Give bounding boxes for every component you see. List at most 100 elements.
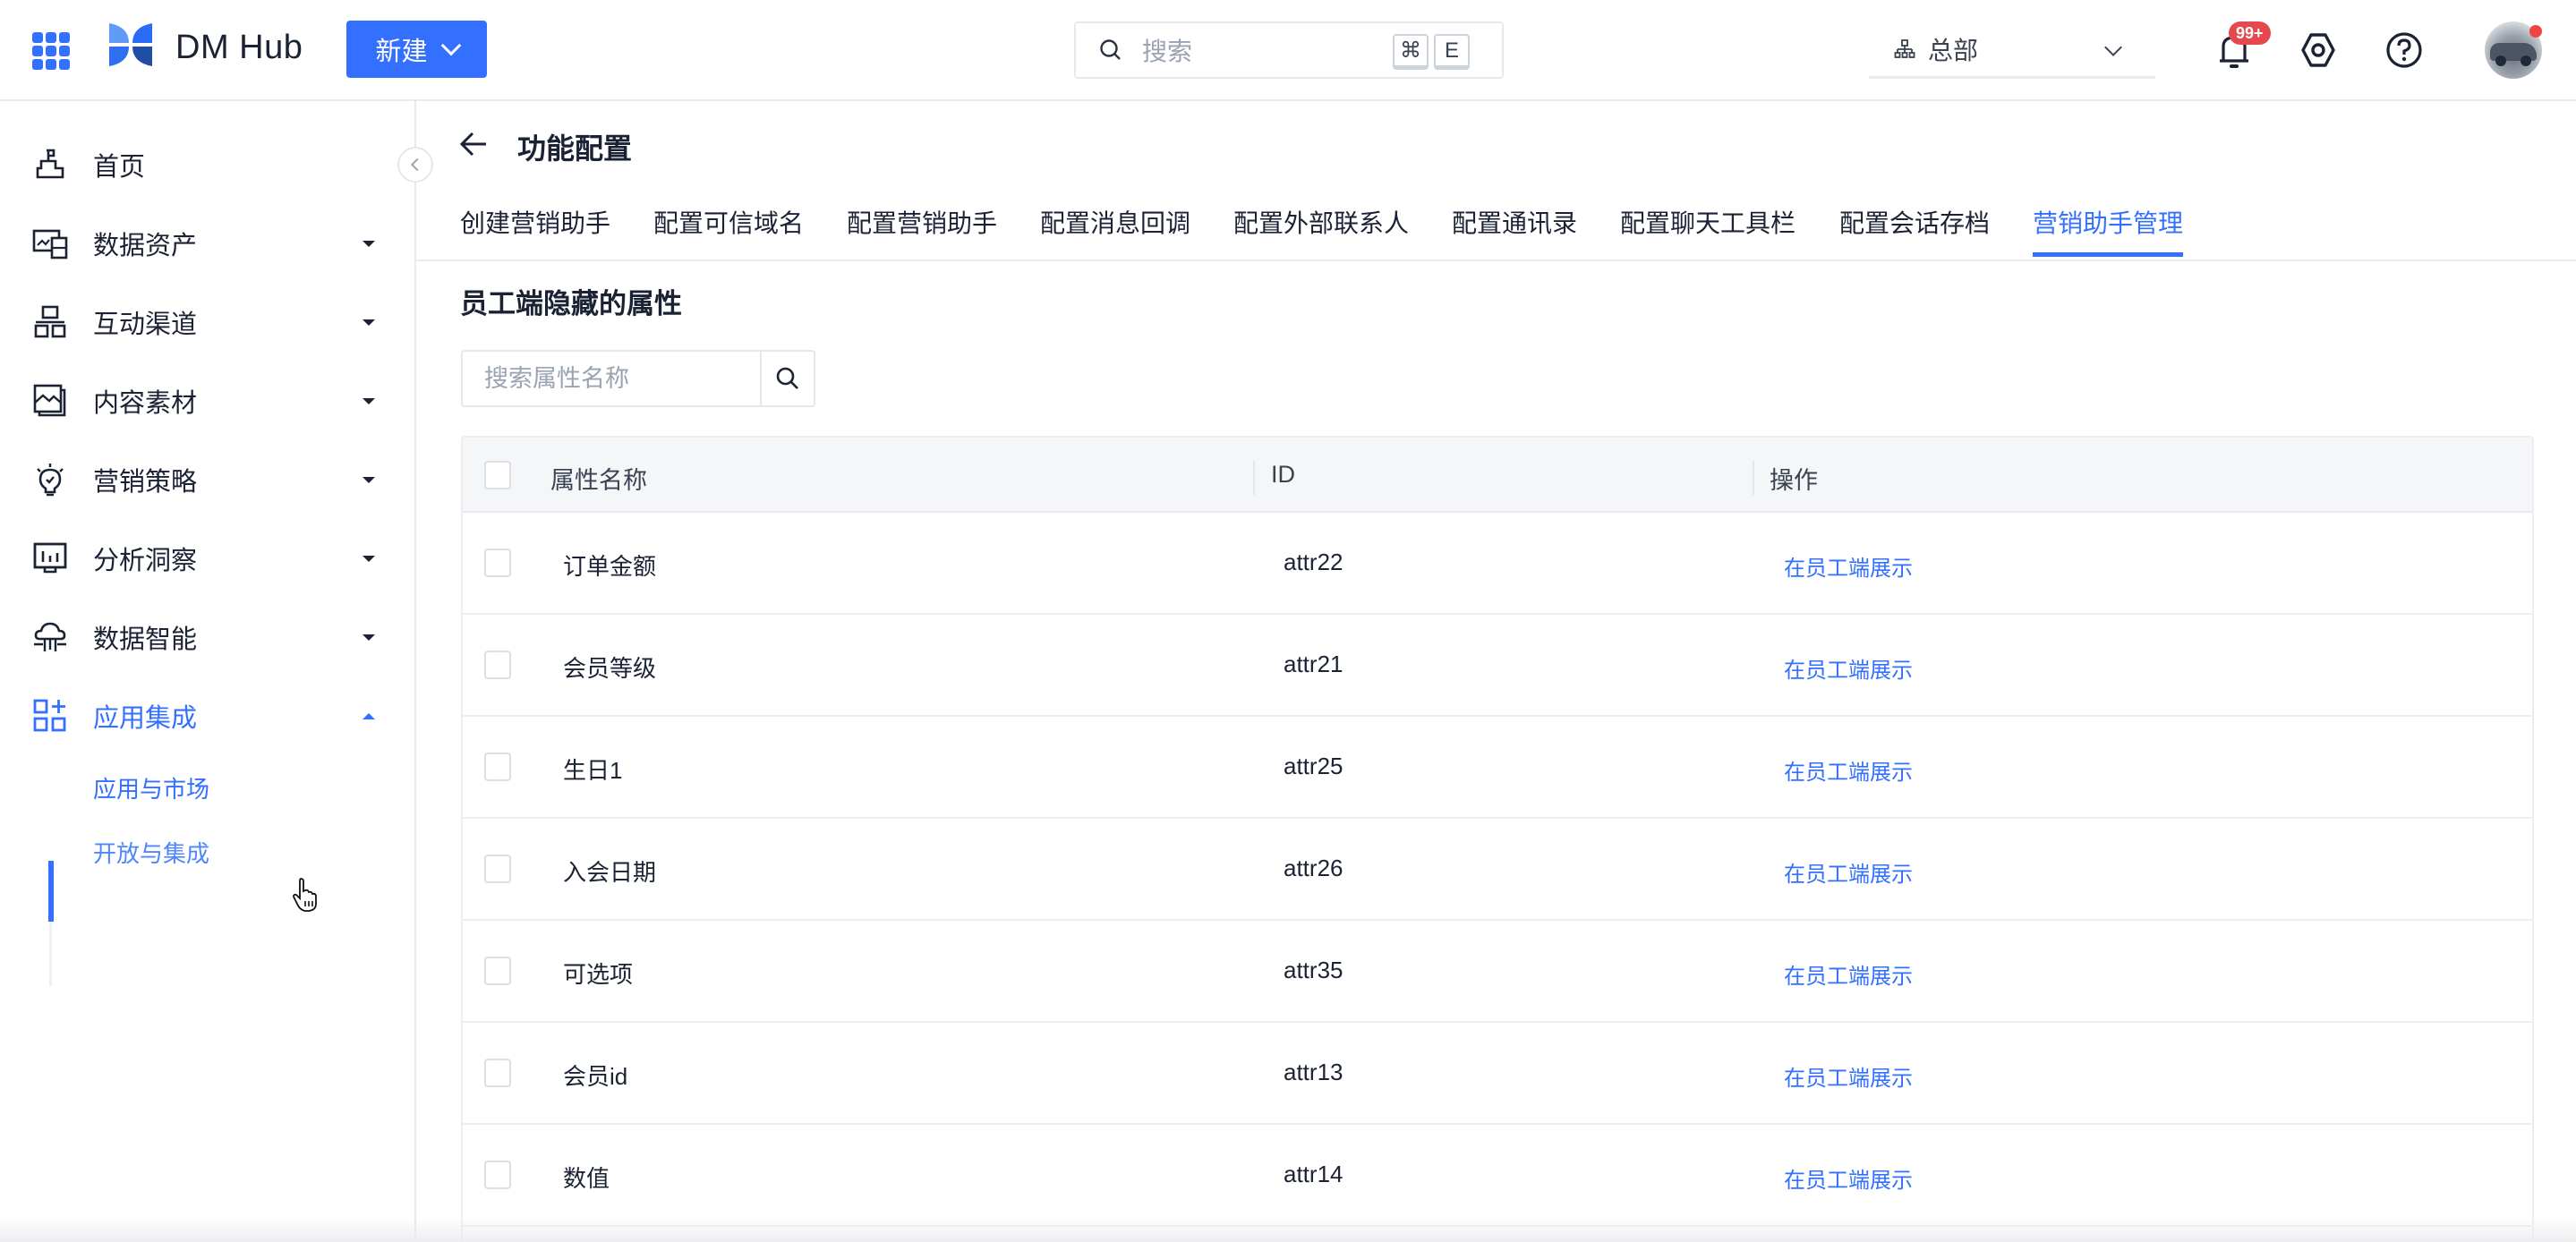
- sidebar-item-label: 内容素材: [93, 389, 198, 418]
- show-on-employee-link[interactable]: 在员工端展示: [1784, 856, 1913, 888]
- table-row: 数值 attr14 在员工端展示: [463, 1125, 2532, 1227]
- show-on-employee-link[interactable]: 在员工端展示: [1784, 652, 1913, 684]
- sidebar-item-data-assets[interactable]: 数据资产: [0, 211, 416, 276]
- row-checkbox[interactable]: [484, 549, 511, 577]
- table-header: 属性名称 ID 操作: [463, 438, 2532, 513]
- avatar-status-dot: [2529, 25, 2542, 38]
- sidebar-subitem-open-integration[interactable]: 开放与集成: [93, 836, 209, 869]
- row-checkbox[interactable]: [484, 855, 511, 883]
- brand-name: DM Hub: [175, 29, 303, 66]
- notification-badge: 99+: [2229, 21, 2271, 45]
- table-row: 会员等级 attr21 在员工端展示: [463, 615, 2532, 717]
- show-on-employee-link[interactable]: 在员工端展示: [1784, 1162, 1913, 1194]
- hidden-attributes-table: 属性名称 ID 操作 订单金额 attr22 在员工端展示会员等级 attr21 在员工…: [461, 436, 2534, 1242]
- attribute-id: attr25: [1284, 753, 1343, 779]
- show-on-employee-link[interactable]: 在员工端展示: [1784, 958, 1913, 990]
- row-checkbox[interactable]: [484, 651, 511, 679]
- dm-hub-logo-icon: [109, 23, 152, 66]
- attribute-search: [461, 350, 815, 407]
- tab-assistant-management[interactable]: 营销助手管理: [2033, 204, 2183, 240]
- row-checkbox[interactable]: [484, 957, 511, 985]
- sidebar-item-home[interactable]: 首页: [0, 132, 416, 197]
- attribute-name: 订单金额: [563, 553, 657, 580]
- attribute-id: attr13: [1284, 1059, 1343, 1085]
- tab-session-archive[interactable]: 配置会话存档: [1839, 204, 1990, 240]
- app-grid-icon[interactable]: [32, 32, 70, 70]
- sidebar-item-apps-integration[interactable]: 应用集成: [0, 684, 416, 748]
- attribute-name: 会员等级: [563, 655, 657, 682]
- sidebar-item-analytics[interactable]: 分析洞察: [0, 526, 416, 591]
- analytics-monitor-icon: [33, 542, 67, 574]
- column-divider: [1753, 461, 1754, 495]
- tab-chat-toolbar[interactable]: 配置聊天工具栏: [1620, 204, 1796, 240]
- select-all-checkbox[interactable]: [484, 461, 511, 489]
- org-tree-icon: [1894, 38, 1915, 58]
- caret-down-icon: [363, 397, 375, 404]
- help-icon[interactable]: [2384, 30, 2424, 70]
- tab-message-callback[interactable]: 配置消息回调: [1040, 204, 1190, 240]
- apps-add-icon: [33, 699, 66, 732]
- page-title: 功能配置: [517, 132, 633, 165]
- chevron-left-icon: [410, 157, 424, 172]
- shortcut-key-e: E: [1434, 34, 1470, 70]
- section-title: 员工端隐藏的属性: [460, 288, 682, 319]
- chevron-down-icon: [2104, 38, 2122, 56]
- org-selector[interactable]: 总部: [1869, 21, 2155, 79]
- sidebar-item-content[interactable]: 内容素材: [0, 369, 416, 433]
- sidebar-collapse-button[interactable]: [397, 147, 433, 183]
- org-selector-value: 总部: [1928, 36, 1979, 64]
- attribute-search-button[interactable]: [760, 352, 814, 405]
- cloud-data-icon: [34, 622, 66, 651]
- tab-bar: 创建营销助手 配置可信域名 配置营销助手 配置消息回调 配置外部联系人 配置通讯…: [416, 197, 2576, 261]
- search-icon: [776, 367, 798, 389]
- settings-hex-icon[interactable]: [2299, 30, 2338, 70]
- table-row: 订单金额 attr22 在员工端展示: [463, 513, 2532, 615]
- row-checkbox[interactable]: [484, 753, 511, 781]
- table-row: 会员id attr13 在员工端展示: [463, 1023, 2532, 1125]
- attribute-id: attr26: [1284, 855, 1343, 881]
- show-on-employee-link[interactable]: 在员工端展示: [1784, 550, 1913, 582]
- new-button[interactable]: 新建: [346, 21, 487, 78]
- tab-external-contacts[interactable]: 配置外部联系人: [1233, 204, 1409, 240]
- attribute-id: attr21: [1284, 651, 1343, 677]
- caret-down-icon: [363, 319, 375, 326]
- channels-icon: [34, 305, 66, 338]
- column-divider: [1253, 461, 1255, 495]
- attribute-name: 可选项: [563, 961, 634, 988]
- global-search[interactable]: 搜索 ⌘ E: [1074, 21, 1504, 79]
- top-header: DM Hub 新建 搜索 ⌘ E 总部 99+: [0, 0, 2576, 101]
- attribute-name: 数值: [563, 1165, 610, 1192]
- show-on-employee-link[interactable]: 在员工端展示: [1784, 1060, 1913, 1092]
- hand-cursor-icon: [293, 878, 317, 912]
- tab-address-book[interactable]: 配置通讯录: [1452, 204, 1577, 240]
- sidebar: 首页 数据资产 互动渠道 内容素材 营销策略 分析洞察 数据智能 应用集成 应用…: [0, 101, 416, 1242]
- attribute-name: 生日1: [563, 757, 623, 784]
- sidebar-item-strategy[interactable]: 营销策略: [0, 447, 416, 512]
- data-assets-icon: [32, 229, 68, 259]
- caret-down-icon: [363, 634, 375, 641]
- row-checkbox[interactable]: [484, 1161, 511, 1189]
- caret-down-icon: [363, 240, 375, 247]
- tab-config-assistant[interactable]: 配置营销助手: [847, 204, 997, 240]
- tab-trusted-domain[interactable]: 配置可信域名: [653, 204, 804, 240]
- attribute-search-input[interactable]: [463, 352, 760, 405]
- home-icon: [36, 149, 64, 179]
- back-arrow-icon[interactable]: [458, 131, 489, 157]
- sidebar-item-label: 应用集成: [93, 704, 198, 733]
- caret-down-icon: [363, 555, 375, 562]
- sidebar-item-label: 互动渠道: [93, 310, 198, 339]
- table-row: 可选项 attr35 在员工端展示: [463, 921, 2532, 1023]
- sidebar-item-data-intelligence[interactable]: 数据智能: [0, 605, 416, 669]
- show-on-employee-link[interactable]: 在员工端展示: [1784, 754, 1913, 786]
- sidebar-subitem-apps-market[interactable]: 应用与市场: [93, 771, 209, 804]
- new-button-label: 新建: [375, 38, 428, 66]
- tab-create-assistant[interactable]: 创建营销助手: [460, 204, 610, 240]
- submenu-active-indicator: [48, 861, 54, 922]
- row-checkbox[interactable]: [484, 1059, 511, 1087]
- sidebar-item-label: 数据资产: [93, 232, 198, 260]
- sidebar-item-channels[interactable]: 互动渠道: [0, 290, 416, 354]
- shortcut-key-cmd: ⌘: [1393, 34, 1429, 70]
- sidebar-item-label: 数据智能: [93, 625, 198, 654]
- sidebar-item-label: 首页: [93, 153, 146, 182]
- bottom-fade: [0, 1217, 2576, 1242]
